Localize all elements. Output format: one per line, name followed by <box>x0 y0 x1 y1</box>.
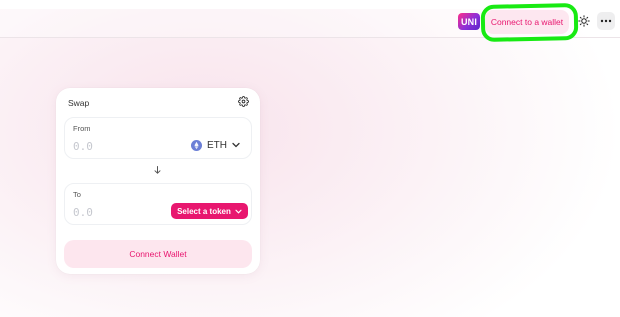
sun-icon <box>578 15 590 27</box>
select-token-button[interactable]: Select a token <box>171 203 248 219</box>
gear-icon <box>237 95 249 107</box>
switch-direction-button[interactable] <box>152 165 162 175</box>
chevron-down-icon <box>235 209 242 214</box>
from-token-label: ETH <box>207 139 227 151</box>
ethereum-icon <box>191 139 202 151</box>
to-field: To Select a token <box>64 183 252 225</box>
from-label: From <box>73 124 91 133</box>
uni-token-badge[interactable]: UNI <box>458 13 480 30</box>
connect-wallet-header-button[interactable]: Connect to a wallet <box>485 10 569 34</box>
arrow-down-icon <box>154 166 160 174</box>
to-amount-input[interactable] <box>73 205 163 219</box>
to-label: To <box>73 190 81 199</box>
chevron-down-icon <box>232 142 240 148</box>
more-options-button[interactable] <box>597 12 615 30</box>
swap-card: Swap From ETH To Se <box>56 88 260 274</box>
select-token-label: Select a token <box>177 206 231 216</box>
ellipsis-icon <box>600 19 612 23</box>
from-amount-input[interactable] <box>73 139 163 153</box>
theme-toggle-button[interactable] <box>575 12 593 30</box>
from-field: From ETH <box>64 117 252 159</box>
settings-button[interactable] <box>237 95 249 107</box>
connect-wallet-button[interactable]: Connect Wallet <box>64 240 252 268</box>
top-bar: UNI Connect to a wallet <box>0 0 620 43</box>
from-token-selector[interactable]: ETH <box>191 137 240 153</box>
swap-title: Swap <box>68 98 90 108</box>
